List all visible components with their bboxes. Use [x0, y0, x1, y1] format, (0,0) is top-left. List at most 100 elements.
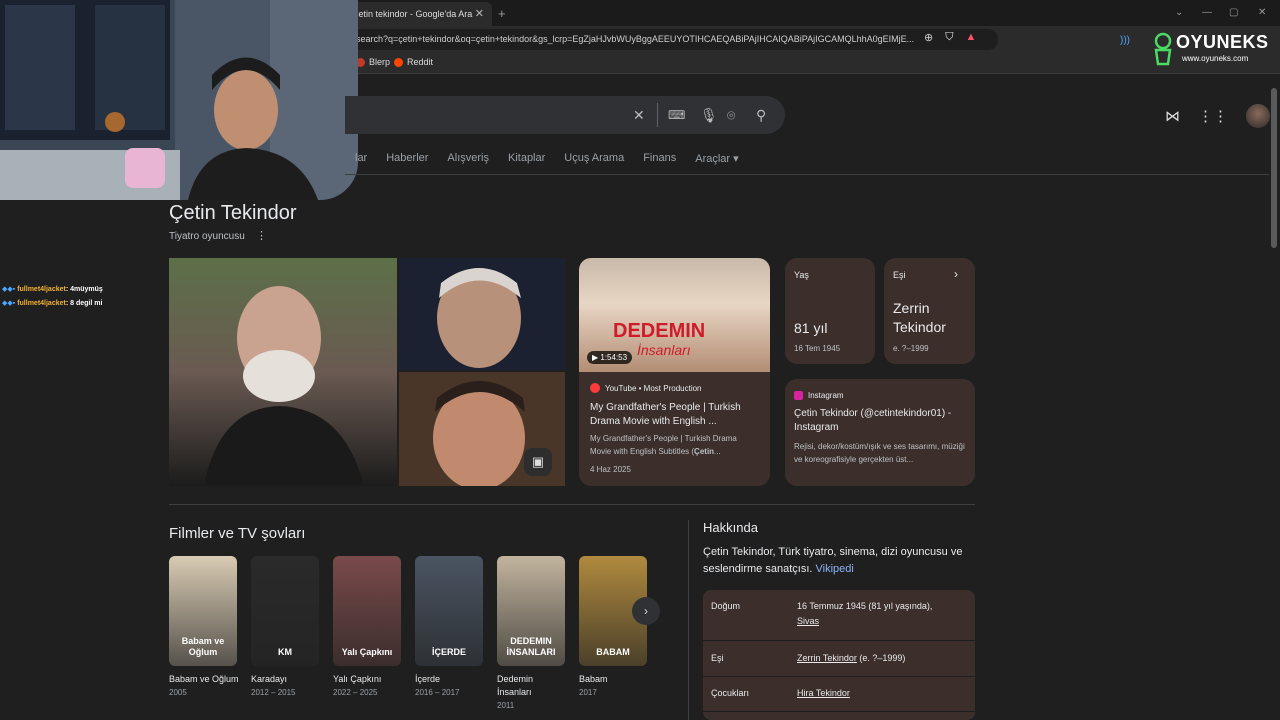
- spouse-name-line1: Zerrin: [893, 300, 930, 316]
- tab-tools[interactable]: Araçlar ▾: [695, 152, 738, 165]
- oyuneks-logo: OYUNEKS www.oyuneks.com: [1152, 30, 1270, 70]
- avatar[interactable]: [1246, 104, 1270, 128]
- scrollbar[interactable]: [1271, 88, 1277, 248]
- minimize-icon[interactable]: —: [1202, 7, 1212, 18]
- facts-table: Doğum 16 Temmuz 1945 (81 yıl yaşında), Si…: [703, 590, 975, 720]
- zoom-icon[interactable]: ⊕: [924, 31, 933, 44]
- poster-text: Babam ve Oğlum: [181, 636, 225, 657]
- spouse-link[interactable]: Zerrin Tekindor: [797, 653, 857, 663]
- lens-icon[interactable]: ⌾: [727, 107, 735, 124]
- apps-grid-icon[interactable]: ⋮⋮: [1198, 107, 1228, 125]
- about-heading: Hakkında: [703, 520, 758, 535]
- film-title[interactable]: Babam ve Oğlum 2005: [169, 673, 239, 699]
- close-window-icon[interactable]: ✕: [1258, 7, 1266, 18]
- chevron-right-icon[interactable]: ›: [954, 267, 958, 281]
- stream-chat: ◆◆▪ fullmet4ljacket: 4müymüş ◆◆▪ fullmet…: [2, 283, 103, 311]
- fact-divider: [703, 676, 975, 677]
- new-tab-button[interactable]: +: [498, 6, 506, 21]
- entity-photo-main[interactable]: [169, 258, 397, 486]
- instagram-card[interactable]: Instagram Çetin Tekindor (@cetintekindor…: [785, 379, 975, 486]
- film-title-text: Karadayı: [251, 674, 288, 684]
- child-link[interactable]: Hira Tekindor: [797, 688, 850, 698]
- search-icon[interactable]: ⚲: [756, 107, 766, 124]
- video-title[interactable]: My Grandfather's People | Turkish Drama …: [590, 401, 760, 429]
- next-arrow-icon[interactable]: ›: [632, 597, 660, 625]
- tab-title: çetin tekindor - Google'da Ara: [354, 9, 473, 19]
- clear-search-icon[interactable]: ✕: [633, 107, 645, 124]
- webcam-image: [0, 0, 358, 200]
- header-icons: ⋈ ⋮⋮: [1165, 104, 1270, 128]
- fact-label-birth: Doğum: [711, 601, 741, 611]
- tab-close-icon[interactable]: ✕: [475, 7, 484, 20]
- film-title[interactable]: Karadayı 2012 – 2015: [251, 673, 321, 699]
- entity-photo-2[interactable]: [399, 258, 565, 370]
- address-bar-icons: ⊕ ⛉ ▲: [924, 31, 976, 44]
- tab-search-icon[interactable]: ⌄: [1175, 7, 1183, 18]
- share-icon[interactable]: ⋈: [1165, 107, 1180, 125]
- youtube-icon: [590, 383, 600, 393]
- film-title[interactable]: Babam 2017: [579, 673, 649, 699]
- bookmark-reddit[interactable]: Reddit: [394, 57, 433, 67]
- wifi-icon[interactable]: ))): [1120, 35, 1130, 46]
- search-divider: [657, 103, 658, 127]
- rewards-icon[interactable]: ▲: [965, 31, 976, 44]
- image-gallery-icon[interactable]: ▣: [524, 448, 552, 476]
- film-year: 2022 – 2025: [333, 688, 378, 697]
- video-description: My Grandfather's People | Turkish Drama …: [590, 434, 737, 456]
- video-brand-top: DEDEMIN: [613, 320, 706, 342]
- keyboard-icon[interactable]: ⌨: [668, 108, 685, 122]
- photo-portrait-2: [399, 258, 565, 370]
- address-bar[interactable]: search?q=çetin+tekindor&oq=çetin+tekindo…: [350, 29, 998, 50]
- instagram-desc: Rejisi, dekor/kostüm/ışık ve ses tasarım…: [794, 442, 965, 464]
- tab-news[interactable]: Haberler: [386, 152, 428, 165]
- film-title[interactable]: Yalı Çapkını 2022 – 2025: [333, 673, 403, 699]
- age-birthdate: 16 Tem 1945: [794, 344, 841, 353]
- film-year: 2005: [169, 688, 187, 697]
- spouse-card[interactable]: Eşi › Zerrin Tekindor e. ?–1999: [884, 258, 975, 364]
- film-poster[interactable]: KM: [251, 556, 319, 666]
- browser-tab[interactable]: çetin tekindor - Google'da Ara ✕: [340, 2, 492, 26]
- webcam-overlay: [0, 0, 358, 200]
- search-tabs: lar Haberler Alışveriş Kitaplar Uçuş Ara…: [355, 152, 739, 165]
- fact-label-spouse: Eşi: [711, 653, 724, 663]
- entity-subtitle: Tiyatro oyuncusu: [169, 231, 245, 242]
- film-year: 2017: [579, 688, 597, 697]
- age-label: Yaş: [794, 270, 809, 280]
- film-poster[interactable]: DEDEMIN İNSANLARI: [497, 556, 565, 666]
- poster-text: DEDEMIN İNSANLARI: [506, 636, 556, 657]
- microphone-icon[interactable]: 🎙: [700, 107, 718, 124]
- more-options-icon[interactable]: ⋮: [256, 229, 267, 242]
- maximize-icon[interactable]: ▢: [1229, 7, 1238, 18]
- poster-text: Yalı Çapkını: [341, 647, 393, 657]
- film-title-text: İçerde: [415, 674, 441, 684]
- age-value: 81 yıl: [794, 320, 828, 336]
- nav-divider: [345, 174, 1269, 175]
- wikipedia-link[interactable]: Vikipedi: [816, 563, 854, 575]
- tab-finance[interactable]: Finans: [643, 152, 676, 165]
- poster-text: KM: [278, 647, 292, 657]
- film-year: 2012 – 2015: [251, 688, 296, 697]
- instagram-title[interactable]: Çetin Tekindor (@cetintekindor01) - Inst…: [794, 407, 970, 435]
- brave-shield-icon[interactable]: ⛉: [945, 31, 953, 44]
- video-duration: ▶ 1:54:53: [587, 351, 633, 364]
- film-year: 2011: [497, 701, 515, 710]
- age-card[interactable]: Yaş 81 yıl 16 Tem 1945: [785, 258, 875, 364]
- fact-divider: [703, 640, 975, 641]
- search-box[interactable]: [345, 96, 785, 134]
- film-title[interactable]: Dedemin İnsanları 2011: [497, 673, 567, 712]
- tab-shopping[interactable]: Alışveriş: [447, 152, 489, 165]
- chat-message: ◆◆▪ fullmet4ljacket: 8 degil mi: [2, 300, 103, 307]
- fact-value-birth: 16 Temmuz 1945 (81 yıl yaşında), Sivas: [797, 601, 933, 626]
- film-poster[interactable]: Babam ve Oğlum: [169, 556, 237, 666]
- entity-title: Çetin Tekindor: [169, 202, 297, 224]
- instagram-source: Instagram: [808, 391, 844, 400]
- film-title[interactable]: İçerde 2016 – 2017: [415, 673, 485, 699]
- film-poster[interactable]: Yalı Çapkını: [333, 556, 401, 666]
- birthplace-link[interactable]: Sivas: [797, 616, 819, 626]
- tab-flights[interactable]: Uçuş Arama: [564, 152, 624, 165]
- tab-images[interactable]: lar: [355, 152, 367, 165]
- logo-name: OYUNEKS: [1176, 32, 1269, 52]
- film-poster[interactable]: İÇERDE: [415, 556, 483, 666]
- bookmark-blerp[interactable]: Blerp: [356, 57, 390, 67]
- tab-books[interactable]: Kitaplar: [508, 152, 545, 165]
